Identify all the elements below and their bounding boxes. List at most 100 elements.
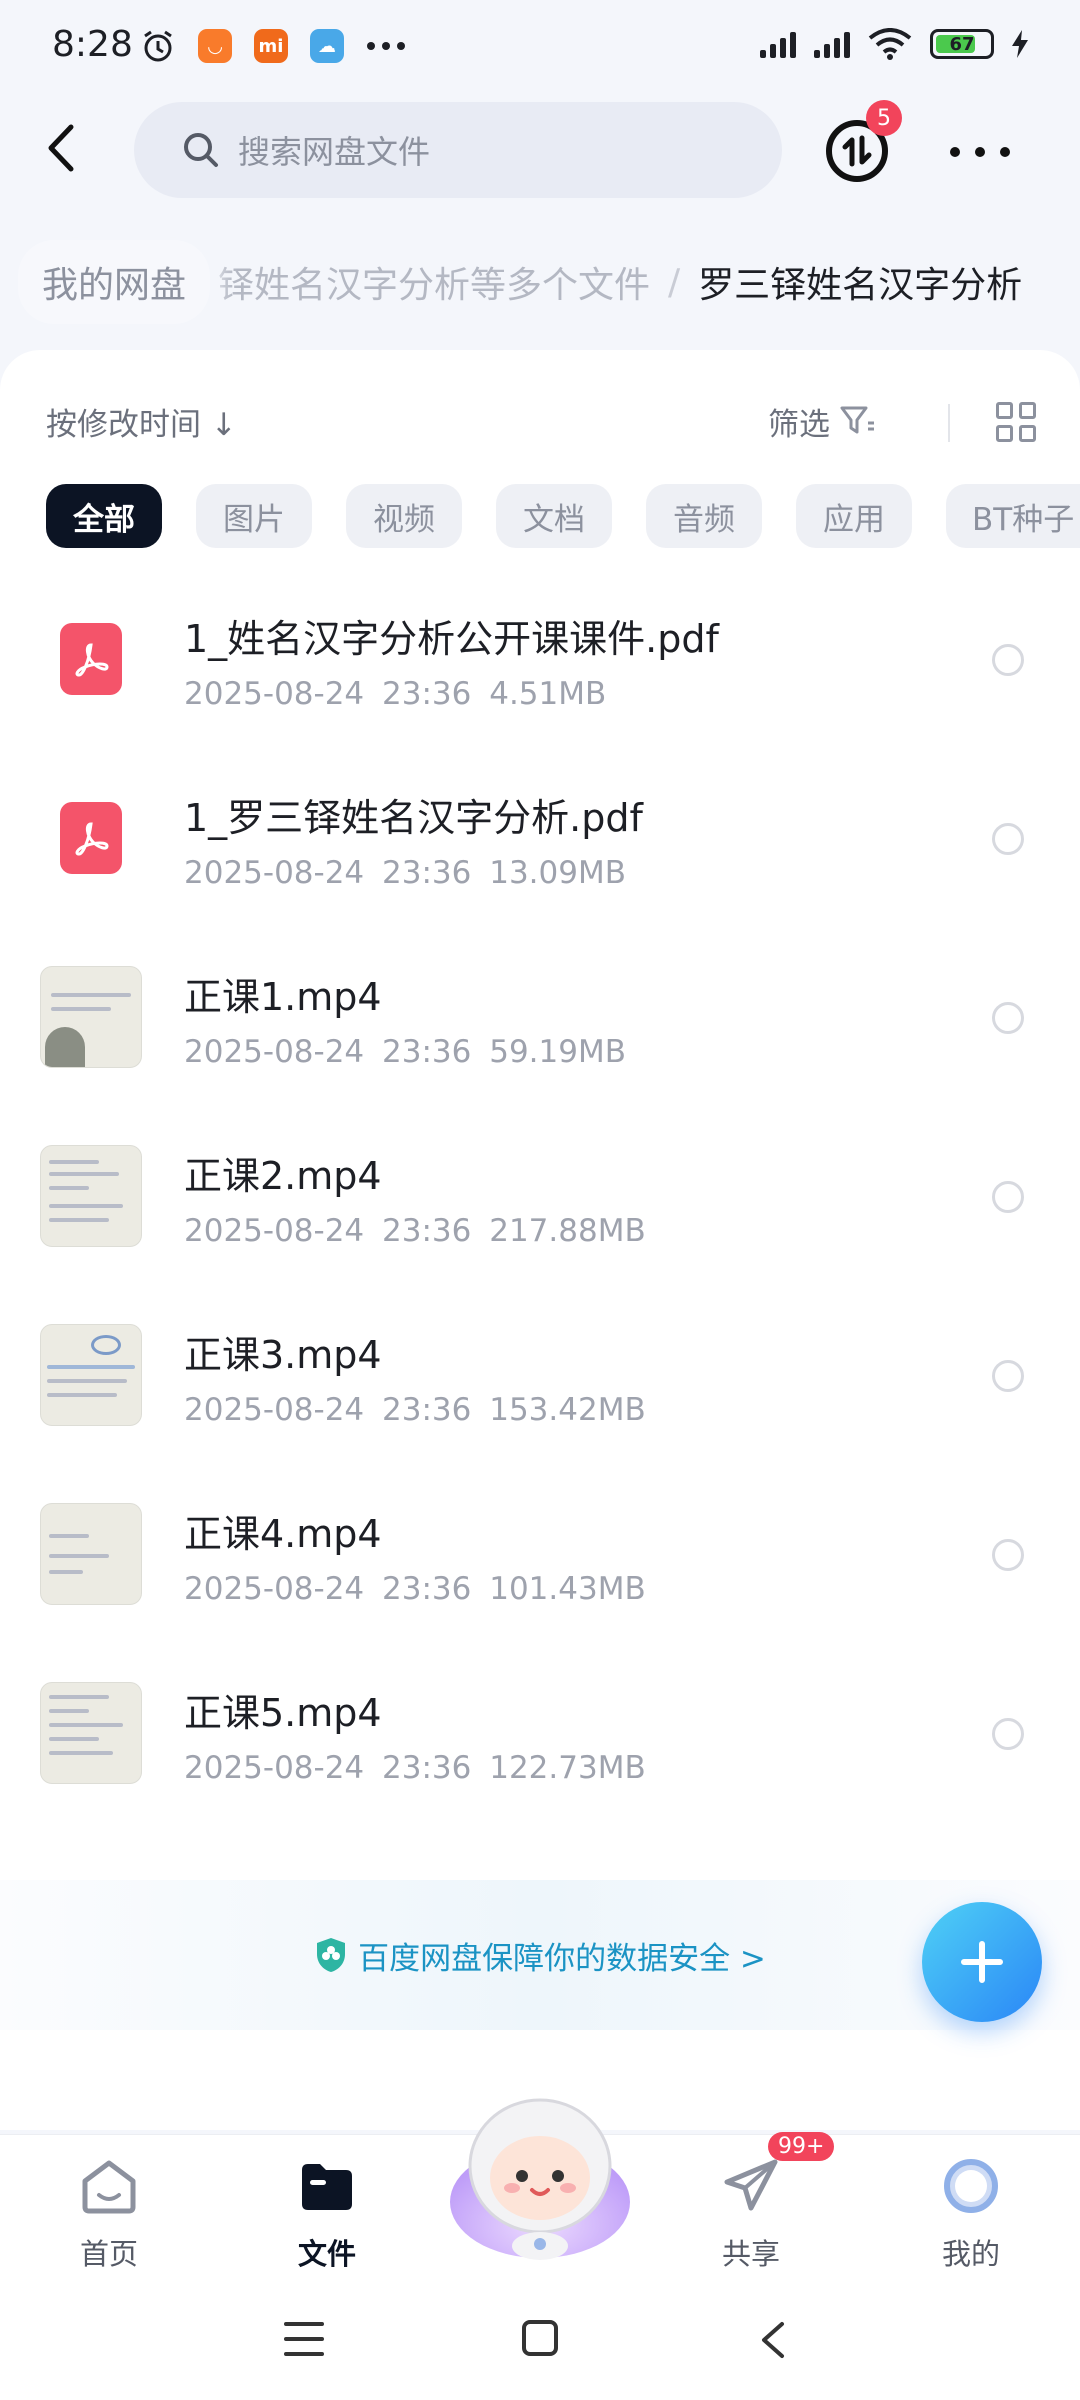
chip-videos[interactable]: 视频	[346, 484, 462, 548]
file-time: 23:36	[382, 1213, 472, 1249]
video-thumbnail	[40, 1324, 142, 1426]
system-back-icon[interactable]	[758, 2320, 786, 2360]
share-badge: 99+	[768, 2132, 835, 2161]
grid-cell-icon	[996, 425, 1013, 442]
chip-bt-torrents[interactable]: BT种子	[946, 484, 1080, 548]
security-banner[interactable]: 百度网盘保障你的数据安全 >	[0, 1880, 1080, 2030]
file-date: 2025-08-24	[184, 855, 365, 891]
select-radio[interactable]	[992, 1539, 1024, 1571]
chip-audio[interactable]: 音频	[646, 484, 762, 548]
select-radio[interactable]	[992, 644, 1024, 676]
weather-icon: ☁	[310, 29, 344, 63]
file-panel: 按修改时间 ↓ 筛选 全部 图片 视频 文档 音频 应用 BT种子 1_姓名汉字…	[0, 350, 1080, 2130]
video-thumbnail	[40, 1503, 142, 1605]
more-options-button[interactable]	[950, 132, 1010, 172]
file-name: 正课4.mp4	[184, 1512, 382, 1556]
file-time: 23:36	[382, 1750, 472, 1786]
select-radio[interactable]	[992, 1002, 1024, 1034]
file-name: 正课1.mp4	[184, 975, 382, 1019]
video-thumbnail	[40, 966, 142, 1068]
recent-apps-button[interactable]	[284, 2322, 324, 2356]
file-date: 2025-08-24	[184, 1750, 365, 1786]
wifi-icon	[868, 28, 912, 60]
nav-share[interactable]: 共享	[676, 2155, 826, 2285]
select-radio[interactable]	[992, 823, 1024, 855]
charging-icon	[1012, 30, 1028, 58]
assistant-mascot-icon[interactable]	[446, 2084, 634, 2264]
nav-mine[interactable]: 我的	[896, 2155, 1046, 2285]
file-date: 2025-08-24	[184, 1213, 365, 1249]
plus-icon	[961, 1941, 1003, 1983]
select-radio[interactable]	[992, 1718, 1024, 1750]
more-dots-icon	[367, 42, 405, 50]
file-row[interactable]: 正课3.mp4 2025-08-24 23:36 153.42MB	[0, 1286, 1080, 1465]
nav-home-label: 首页	[79, 2237, 138, 2271]
file-meta: 2025-08-24 23:36 4.51MB	[184, 676, 606, 712]
back-button[interactable]	[30, 118, 90, 178]
video-thumbnail	[40, 1145, 142, 1247]
file-time: 23:36	[382, 1034, 472, 1070]
select-radio[interactable]	[992, 1181, 1024, 1213]
file-date: 2025-08-24	[184, 1571, 365, 1607]
status-right-icons: 67	[760, 28, 1028, 60]
transfer-badge: 5	[866, 100, 902, 136]
chip-images[interactable]: 图片	[196, 484, 312, 548]
chip-all[interactable]: 全部	[46, 484, 162, 548]
grid-cell-icon	[1019, 402, 1036, 419]
breadcrumb-root[interactable]: 我的网盘	[18, 240, 211, 324]
battery-icon: 67	[930, 29, 994, 59]
file-row[interactable]: 1_姓名汉字分析公开课课件.pdf 2025-08-24 23:36 4.51M…	[0, 570, 1080, 749]
file-meta: 2025-08-24 23:36 153.42MB	[184, 1392, 646, 1428]
file-meta: 2025-08-24 23:36 59.19MB	[184, 1034, 626, 1070]
file-row[interactable]: 正课2.mp4 2025-08-24 23:36 217.88MB	[0, 1107, 1080, 1286]
back-arrow-icon	[48, 124, 74, 172]
category-chips: 全部 图片 视频 文档 音频 应用 BT种子	[46, 484, 1080, 548]
grid-cell-icon	[996, 402, 1013, 419]
home-button[interactable]	[522, 2320, 558, 2356]
more-dot-icon	[950, 147, 960, 157]
file-time: 23:36	[382, 1571, 472, 1607]
search-placeholder: 搜索网盘文件	[238, 133, 431, 171]
breadcrumb-parent[interactable]: 铎姓名汉字分析等多个文件	[218, 256, 650, 308]
file-time: 23:36	[382, 676, 472, 712]
select-radio[interactable]	[992, 1360, 1024, 1392]
paper-plane-icon	[720, 2155, 782, 2217]
search-input[interactable]: 搜索网盘文件	[134, 102, 782, 198]
file-name: 正课3.mp4	[184, 1333, 382, 1377]
chip-documents[interactable]: 文档	[496, 484, 612, 548]
grid-cell-icon	[1019, 425, 1036, 442]
more-dot-icon	[975, 147, 985, 157]
search-icon	[184, 133, 218, 167]
file-size: 217.88MB	[489, 1213, 646, 1249]
toolbar-divider	[948, 404, 950, 442]
sort-button[interactable]: 按修改时间 ↓	[46, 399, 237, 444]
file-size: 59.19MB	[489, 1034, 626, 1070]
file-row[interactable]: 正课5.mp4 2025-08-24 23:36 122.73MB	[0, 1644, 1080, 1823]
file-row[interactable]: 正课4.mp4 2025-08-24 23:36 101.43MB	[0, 1465, 1080, 1644]
file-time: 23:36	[382, 1392, 472, 1428]
file-meta: 2025-08-24 23:36 122.73MB	[184, 1750, 646, 1786]
file-meta: 2025-08-24 23:36 13.09MB	[184, 855, 626, 891]
file-date: 2025-08-24	[184, 676, 365, 712]
sort-bar: 按修改时间 ↓ 筛选	[46, 396, 1036, 446]
file-meta: 2025-08-24 23:36 101.43MB	[184, 1571, 646, 1607]
filter-icon	[840, 406, 874, 434]
breadcrumb-separator: /	[668, 261, 681, 303]
status-time: 8:28	[52, 24, 133, 65]
breadcrumb: 我的网盘 铎姓名汉字分析等多个文件 / 罗三铎姓名汉字分析	[0, 232, 1080, 332]
file-row[interactable]: 1_罗三铎姓名汉字分析.pdf 2025-08-24 23:36 13.09MB	[0, 749, 1080, 928]
file-size: 101.43MB	[489, 1571, 646, 1607]
video-thumbnail	[40, 1682, 142, 1784]
taobao-icon: ◡	[198, 29, 232, 63]
file-row[interactable]: 正课1.mp4 2025-08-24 23:36 59.19MB	[0, 928, 1080, 1107]
add-button[interactable]	[922, 1902, 1042, 2022]
home-icon	[78, 2155, 140, 2217]
alarm-icon	[144, 30, 172, 62]
nav-home[interactable]: 首页	[34, 2155, 184, 2285]
chip-apps[interactable]: 应用	[796, 484, 912, 548]
pdf-file-icon	[40, 608, 142, 710]
status-left-icons: ◡ mi ☁	[140, 28, 406, 64]
filter-button[interactable]: 筛选	[768, 399, 876, 444]
grid-view-button[interactable]	[996, 402, 1036, 442]
nav-files[interactable]: 文件	[252, 2155, 402, 2285]
